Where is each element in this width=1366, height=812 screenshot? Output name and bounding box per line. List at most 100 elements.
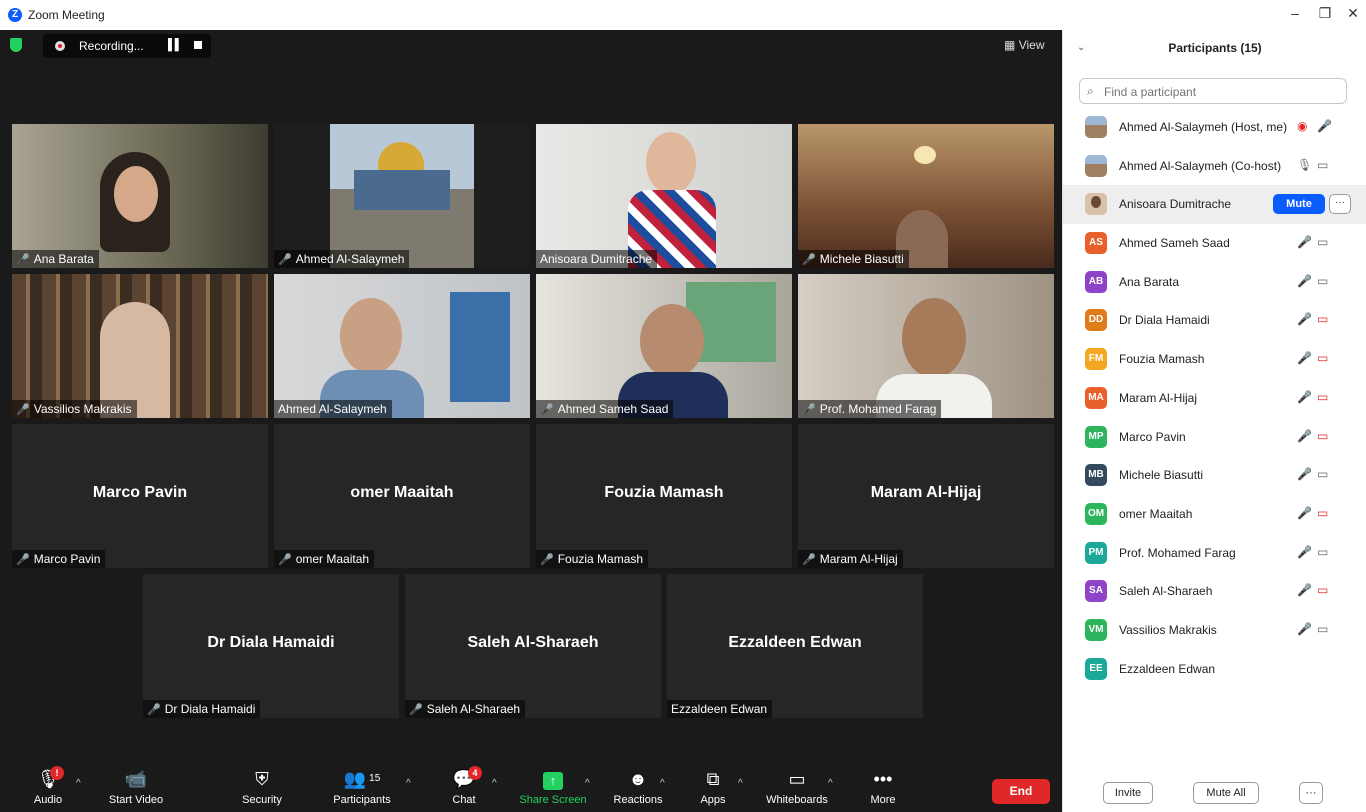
- video-off-icon[interactable]: ▭: [1317, 351, 1328, 365]
- end-meeting-button[interactable]: End: [992, 779, 1050, 804]
- mic-muted-icon[interactable]: 🎤: [1297, 506, 1312, 520]
- whiteboards-button[interactable]: ▭ Whiteboards: [762, 768, 832, 806]
- mic-muted-icon[interactable]: 🎤: [1297, 467, 1312, 481]
- participant-row[interactable]: AS Ahmed Sameh Saad 🎤 ▭: [1063, 224, 1366, 263]
- apps-icon: ⧉: [706, 769, 720, 789]
- video-off-icon[interactable]: ▭: [1317, 583, 1328, 597]
- restore-icon[interactable]: ❐: [1310, 5, 1340, 25]
- security-shield-icon[interactable]: [10, 38, 22, 52]
- view-label: View: [1018, 38, 1045, 52]
- mute-button[interactable]: Mute: [1273, 194, 1325, 215]
- share-screen-button[interactable]: ↑ Share Screen: [516, 768, 590, 806]
- participant-name: omer Maaitah: [1119, 506, 1193, 521]
- start-video-button[interactable]: 📹 Start Video: [104, 768, 168, 806]
- avatar: AB: [1085, 270, 1107, 293]
- video-tile[interactable]: 🎤 Michele Biasutti: [798, 124, 1054, 268]
- participant-row[interactable]: MB Michele Biasutti 🎤 ▭: [1063, 456, 1366, 495]
- video-icon[interactable]: ▭: [1317, 622, 1328, 636]
- mic-muted-icon[interactable]: 🎤: [1297, 235, 1312, 249]
- video-off-icon[interactable]: ▭: [1317, 390, 1328, 404]
- participant-row[interactable]: PM Prof. Mohamed Farag 🎤 ▭: [1063, 534, 1366, 573]
- participant-row[interactable]: AB Ana Barata 🎤 ▭: [1063, 263, 1366, 302]
- participant-row[interactable]: SA Saleh Al-Sharaeh 🎤 ▭: [1063, 572, 1366, 611]
- mic-muted-icon[interactable]: 🎤: [1297, 312, 1312, 326]
- video-tile-active-speaker[interactable]: Ahmed Al-Salaymeh: [274, 274, 530, 418]
- participant-row[interactable]: Ahmed Al-Salaymeh (Host, me) ◉ 🎤: [1063, 108, 1366, 147]
- video-icon[interactable]: ▭: [1317, 235, 1328, 249]
- video-tile[interactable]: Maram Al-Hijaj 🎤 Maram Al-Hijaj: [798, 424, 1054, 568]
- panel-more-button[interactable]: ···: [1299, 782, 1323, 804]
- video-off-icon[interactable]: ▭: [1317, 506, 1328, 520]
- mic-muted-icon: 🎤: [802, 254, 816, 266]
- mic-muted-icon[interactable]: 🎤: [1297, 390, 1312, 404]
- participant-row[interactable]: Anisoara Dumitrache Mute ···: [1063, 185, 1366, 225]
- whiteboards-options-chevron-icon[interactable]: ^: [828, 778, 833, 789]
- chat-unread-badge: 4: [468, 766, 482, 780]
- recording-label: Recording...: [79, 39, 144, 53]
- mic-muted-icon[interactable]: 🎤: [1317, 119, 1332, 133]
- video-tile[interactable]: Fouzia Mamash 🎤 Fouzia Mamash: [536, 424, 792, 568]
- video-tile[interactable]: Ezzaldeen Edwan Ezzaldeen Edwan: [667, 574, 923, 718]
- security-button[interactable]: ⛨ Security: [238, 768, 286, 806]
- video-tile[interactable]: Marco Pavin 🎤 Marco Pavin: [12, 424, 268, 568]
- search-input[interactable]: [1102, 82, 1336, 102]
- audio-alert-badge: !: [50, 766, 64, 780]
- reactions-button[interactable]: ☻ Reactions: [610, 768, 666, 806]
- participant-row[interactable]: OM omer Maaitah 🎤 ▭: [1063, 495, 1366, 534]
- close-icon[interactable]: ✕: [1338, 5, 1366, 25]
- audio-options-chevron-icon[interactable]: ^: [76, 778, 81, 789]
- video-tile[interactable]: 🎤 Prof. Mohamed Farag: [798, 274, 1054, 418]
- video-tile[interactable]: 🎤 Ahmed Al-Salaymeh: [274, 124, 530, 268]
- participant-row[interactable]: EE Ezzaldeen Edwan: [1063, 650, 1366, 689]
- reactions-options-chevron-icon[interactable]: ^: [660, 778, 665, 789]
- video-tile[interactable]: Saleh Al-Sharaeh 🎤 Saleh Al-Sharaeh: [405, 574, 661, 718]
- mic-muted-icon[interactable]: 🎤: [1297, 583, 1312, 597]
- mic-muted-icon[interactable]: 🎤: [1297, 429, 1312, 443]
- video-tile[interactable]: 🎤 Ana Barata: [12, 124, 268, 268]
- video-icon[interactable]: ▭: [1317, 274, 1328, 288]
- apps-button[interactable]: ⧉ Apps: [696, 768, 730, 806]
- participants-button[interactable]: 👥 15 Participants: [328, 768, 396, 806]
- stop-recording-icon[interactable]: [194, 41, 202, 49]
- mute-all-button[interactable]: Mute All: [1193, 782, 1259, 804]
- participant-name: Saleh Al-Sharaeh: [1119, 584, 1213, 599]
- video-icon[interactable]: ▭: [1317, 467, 1328, 481]
- video-off-icon[interactable]: ▭: [1317, 429, 1328, 443]
- find-participant-search[interactable]: ⌕: [1079, 78, 1347, 104]
- participant-row[interactable]: MP Marco Pavin 🎤 ▭: [1063, 418, 1366, 457]
- video-tile[interactable]: 🎤 Vassilios Makrakis: [12, 274, 268, 418]
- video-icon[interactable]: ▭: [1317, 545, 1328, 559]
- mic-muted-icon[interactable]: 🎤: [1297, 351, 1312, 365]
- video-icon[interactable]: ▭: [1317, 158, 1328, 172]
- mic-muted-icon[interactable]: 🎤: [1297, 545, 1312, 559]
- participant-row[interactable]: DD Dr Diala Hamaidi 🎤 ▭: [1063, 301, 1366, 340]
- view-button[interactable]: ▦ View: [1004, 38, 1044, 52]
- pause-recording-icon[interactable]: ▌▌: [168, 39, 183, 51]
- video-tile[interactable]: Dr Diala Hamaidi 🎤 Dr Diala Hamaidi: [143, 574, 399, 718]
- tile-display-name: Ezzaldeen Edwan: [728, 634, 862, 651]
- video-tile[interactable]: 🎤 Ahmed Sameh Saad: [536, 274, 792, 418]
- participant-row[interactable]: MA Maram Al-Hijaj 🎤 ▭: [1063, 379, 1366, 418]
- video-off-icon[interactable]: ▭: [1317, 312, 1328, 326]
- mic-icon[interactable]: 🎙: [1297, 158, 1312, 172]
- participant-more-button[interactable]: ···: [1329, 194, 1351, 215]
- mic-muted-icon[interactable]: 🎤: [1297, 622, 1312, 636]
- share-options-chevron-icon[interactable]: ^: [585, 778, 590, 789]
- minimize-icon[interactable]: –: [1280, 5, 1310, 25]
- video-tile[interactable]: omer Maaitah 🎤 omer Maaitah: [274, 424, 530, 568]
- mic-muted-icon: 🎤: [16, 554, 30, 566]
- participant-row[interactable]: VM Vassilios Makrakis 🎤 ▭: [1063, 611, 1366, 650]
- apps-options-chevron-icon[interactable]: ^: [738, 778, 743, 789]
- window-title: Zoom Meeting: [28, 8, 105, 22]
- participant-row[interactable]: Ahmed Al-Salaymeh (Co-host) 🎙 ▭: [1063, 147, 1366, 186]
- chat-options-chevron-icon[interactable]: ^: [492, 778, 497, 789]
- video-tile[interactable]: Anisoara Dumitrache: [536, 124, 792, 268]
- more-dots-icon: •••: [873, 769, 893, 789]
- more-button[interactable]: ••• More: [866, 768, 900, 806]
- recording-indicator: Recording... ▌▌: [43, 34, 211, 58]
- participants-options-chevron-icon[interactable]: ^: [406, 778, 411, 789]
- tile-name-label: 🎤 Vassilios Makrakis: [12, 400, 137, 418]
- mic-muted-icon[interactable]: 🎤: [1297, 274, 1312, 288]
- participant-row[interactable]: FM Fouzia Mamash 🎤 ▭: [1063, 340, 1366, 379]
- invite-button[interactable]: Invite: [1103, 782, 1153, 804]
